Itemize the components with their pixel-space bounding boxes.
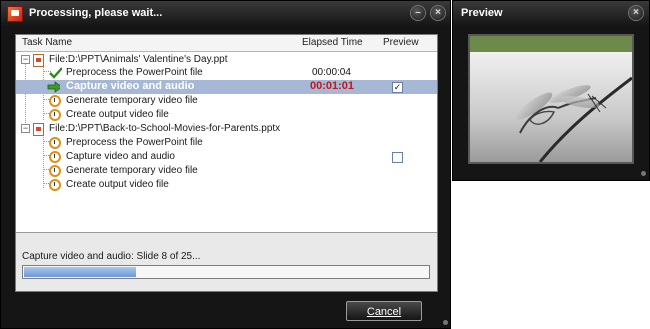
task-row[interactable]: Create output video file	[16, 178, 437, 192]
checkmark-icon	[49, 67, 62, 79]
resize-grip-icon[interactable]	[443, 320, 448, 325]
arrow-right-icon	[47, 81, 60, 93]
processing-window: Processing, please wait... – × Task Name…	[0, 0, 451, 329]
preview-checkbox[interactable]	[392, 152, 403, 163]
cancel-label: Cancel	[366, 306, 402, 318]
close-button[interactable]: ×	[431, 6, 445, 20]
elapsed-time: 00:00:04	[312, 67, 351, 78]
task-row[interactable]: Generate temporary video file	[16, 94, 437, 108]
task-label: Create output video file	[66, 109, 169, 120]
file-label: File:D:\PPT\Back-to-School-Movies-for-Pa…	[49, 123, 281, 134]
cancel-button[interactable]: Cancel	[346, 301, 422, 321]
task-label: Preprocess the PowerPoint file	[66, 67, 203, 78]
clock-icon	[49, 95, 61, 107]
column-preview: Preview	[383, 37, 419, 48]
task-row[interactable]: Create output video file	[16, 108, 437, 122]
progress-fill	[24, 267, 136, 277]
task-row-selected[interactable]: Capture video and audio 00:01:01 ✓	[16, 80, 437, 94]
file-label: File:D:\PPT\Animals' Valentine's Day.ppt	[49, 54, 228, 65]
task-row[interactable]: Capture video and audio	[16, 150, 437, 164]
preview-checkbox[interactable]: ✓	[392, 82, 403, 93]
progress-bar	[22, 265, 430, 279]
preview-image	[470, 36, 632, 162]
window-title: Processing, please wait...	[29, 7, 163, 19]
task-label: Generate temporary video file	[66, 95, 198, 106]
column-elapsed-time: Elapsed Time	[302, 37, 363, 48]
clock-icon	[49, 165, 61, 177]
preview-title-bar: Preview ×	[453, 1, 649, 27]
collapse-toggle-icon[interactable]: −	[21, 124, 30, 133]
task-label: Capture video and audio	[66, 80, 195, 92]
file-row[interactable]: − File:D:\PPT\Animals' Valentine's Day.p…	[16, 53, 437, 67]
task-tree: Task Name Elapsed Time Preview − File:D:…	[16, 35, 437, 233]
task-label: Generate temporary video file	[66, 165, 198, 176]
clock-icon	[49, 109, 61, 121]
minimize-button[interactable]: –	[411, 6, 425, 20]
task-row[interactable]: Generate temporary video file	[16, 164, 437, 178]
preview-title: Preview	[461, 7, 503, 19]
task-label: Capture video and audio	[66, 151, 175, 162]
collapse-toggle-icon[interactable]: −	[21, 55, 30, 64]
clock-icon	[49, 137, 61, 149]
task-row[interactable]: Preprocess the PowerPoint file	[16, 136, 437, 150]
title-bar: Processing, please wait... – ×	[1, 1, 450, 27]
clock-icon	[49, 151, 61, 163]
status-text: Capture video and audio: Slide 8 of 25..…	[22, 251, 201, 262]
preview-frame	[468, 34, 634, 164]
dragonfly-preview-graphic	[470, 36, 632, 162]
file-row[interactable]: − File:D:\PPT\Back-to-School-Movies-for-…	[16, 122, 437, 136]
column-task-name: Task Name	[22, 37, 73, 48]
preview-close-button[interactable]: ×	[629, 6, 643, 20]
elapsed-time: 00:01:01	[310, 80, 355, 92]
task-label: Create output video file	[66, 179, 169, 190]
task-label: Preprocess the PowerPoint file	[66, 137, 203, 148]
content-panel: Task Name Elapsed Time Preview − File:D:…	[15, 34, 438, 292]
clock-icon	[49, 179, 61, 191]
column-header: Task Name Elapsed Time Preview	[16, 35, 437, 52]
preview-window: Preview ×	[452, 0, 650, 181]
preview-resize-grip-icon[interactable]	[641, 171, 646, 176]
task-row[interactable]: Preprocess the PowerPoint file 00:00:04	[16, 66, 437, 80]
app-icon	[7, 6, 23, 22]
ppt-file-icon	[33, 123, 44, 136]
